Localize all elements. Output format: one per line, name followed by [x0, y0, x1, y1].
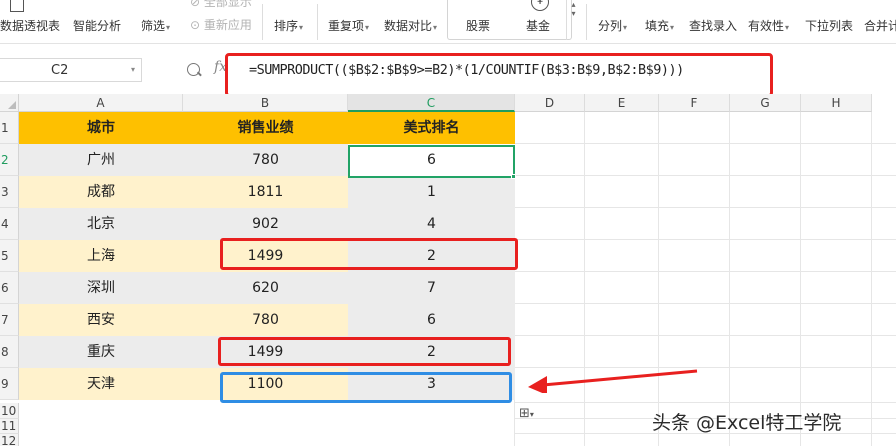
- row-header-1[interactable]: 1: [0, 112, 19, 144]
- table-cell[interactable]: 902: [183, 208, 348, 240]
- gallery-more-icon[interactable]: ▴ ▾: [566, 0, 580, 40]
- name-box[interactable]: C2 ▾: [0, 58, 142, 82]
- filter-dropdown-icon: ▾: [166, 23, 171, 32]
- selected-cell-c2[interactable]: [348, 145, 515, 178]
- table-header-cell[interactable]: 城市: [19, 112, 183, 144]
- column-header-e[interactable]: E: [585, 94, 659, 112]
- split-button[interactable]: 分列▾: [598, 0, 638, 42]
- table-cell[interactable]: 1811: [183, 176, 348, 208]
- validity-button[interactable]: 有效性▾: [748, 0, 798, 42]
- spreadsheet-grid: ABCDEFGH 1 2 3 4 5 6 7 8 9 10 11 12 城市 销售业绩 美式排名 广州 780…: [0, 94, 896, 446]
- table-cell[interactable]: 深圳: [19, 272, 183, 304]
- formula-highlight-box: [225, 53, 773, 97]
- column-header-b[interactable]: B: [183, 94, 348, 112]
- table-cell[interactable]: 1: [348, 176, 515, 208]
- table-header-cell[interactable]: 美式排名: [348, 112, 515, 144]
- column-header-a[interactable]: A: [19, 94, 183, 112]
- row-header-2[interactable]: 2: [0, 144, 19, 176]
- duplicates-dropdown-icon: ▾: [365, 23, 370, 32]
- row-header-8[interactable]: 8: [0, 336, 19, 368]
- table-cell[interactable]: 成都: [19, 176, 183, 208]
- table-cell[interactable]: 4: [348, 208, 515, 240]
- column-header-g[interactable]: G: [730, 94, 801, 112]
- row-header-10[interactable]: 10: [0, 403, 19, 419]
- table-cell[interactable]: 780: [183, 304, 348, 336]
- sort-button[interactable]: 排序▾: [274, 0, 314, 42]
- table-cell[interactable]: 上海: [19, 240, 183, 272]
- row-header-6[interactable]: 6: [0, 272, 19, 304]
- compare-dropdown-icon: ▾: [433, 23, 438, 32]
- smart-analysis-button[interactable]: 智能分析: [73, 0, 125, 42]
- ribbon-toolbar: 数据透视表 智能分析 筛选▾ ⊘ 全部显示 ⊙ 重新应用 排序▾ 重复项▾ 数据…: [0, 0, 896, 44]
- column-header-c[interactable]: C: [348, 94, 515, 112]
- table-cell[interactable]: 天津: [19, 368, 183, 400]
- row-header-7[interactable]: 7: [0, 304, 19, 336]
- table-cell[interactable]: 西安: [19, 304, 183, 336]
- duplicates-button[interactable]: 重复项▾: [328, 0, 378, 42]
- row-header-9[interactable]: 9: [0, 368, 19, 400]
- watermark: 头条 @Excel特工学院: [652, 412, 842, 434]
- highlight-row-chongqing: [218, 337, 511, 366]
- paste-options-icon[interactable]: ⊞▾: [519, 406, 549, 426]
- row-header-11[interactable]: 11: [0, 419, 19, 434]
- reapply-button[interactable]: ⊙ 重新应用: [190, 16, 252, 33]
- zoom-icon[interactable]: [187, 63, 200, 76]
- fund-button[interactable]: ¥ 基金: [526, 0, 556, 42]
- table-cell[interactable]: 广州: [19, 144, 183, 176]
- table-cell[interactable]: 780: [183, 144, 348, 176]
- fund-icon: ¥: [531, 0, 549, 11]
- table-cell[interactable]: 重庆: [19, 336, 183, 368]
- fill-dropdown-icon: ▾: [670, 23, 675, 32]
- name-box-dropdown-icon[interactable]: ▾: [131, 65, 135, 74]
- table-cell[interactable]: 6: [348, 304, 515, 336]
- dropdown-list-button[interactable]: 下拉列表: [805, 0, 857, 42]
- stock-button[interactable]: 股票: [466, 0, 496, 42]
- filter-button[interactable]: 筛选▾: [141, 0, 177, 42]
- row-header-12[interactable]: 12: [0, 434, 19, 446]
- validity-dropdown-icon: ▾: [785, 23, 790, 32]
- column-header-f[interactable]: F: [659, 94, 730, 112]
- highlight-row-tianjin: [220, 372, 512, 403]
- table-cell[interactable]: 620: [183, 272, 348, 304]
- clear-all-button[interactable]: ⊘ 全部显示: [190, 0, 252, 10]
- red-arrow-icon: [528, 369, 698, 393]
- table-header-cell[interactable]: 销售业绩: [183, 112, 348, 144]
- pivot-table-button[interactable]: 数据透视表: [0, 0, 60, 42]
- column-header-h[interactable]: H: [801, 94, 872, 112]
- column-header-d[interactable]: D: [515, 94, 585, 112]
- filter-icon: [150, 0, 160, 8]
- reapply-icon: ⊙: [190, 18, 201, 32]
- row-header-5[interactable]: 5: [0, 240, 19, 272]
- clear-icon: ⊘: [190, 0, 201, 9]
- sort-dropdown-icon: ▾: [299, 23, 304, 32]
- table-cell[interactable]: 北京: [19, 208, 183, 240]
- fill-button[interactable]: 填充▾: [645, 0, 685, 42]
- pivot-table-icon: [10, 0, 24, 12]
- lookup-entry-button[interactable]: 查找录入: [689, 0, 741, 42]
- consolidate-button[interactable]: 合并计: [864, 0, 896, 42]
- select-all-corner[interactable]: [0, 94, 19, 112]
- row-header-3[interactable]: 3: [0, 176, 19, 208]
- highlight-row-shanghai: [220, 238, 518, 270]
- row-header-4[interactable]: 4: [0, 208, 19, 240]
- compare-button[interactable]: 数据对比▾: [384, 0, 446, 42]
- split-dropdown-icon: ▾: [623, 23, 628, 32]
- fill-handle[interactable]: [511, 174, 516, 179]
- table-cell[interactable]: 7: [348, 272, 515, 304]
